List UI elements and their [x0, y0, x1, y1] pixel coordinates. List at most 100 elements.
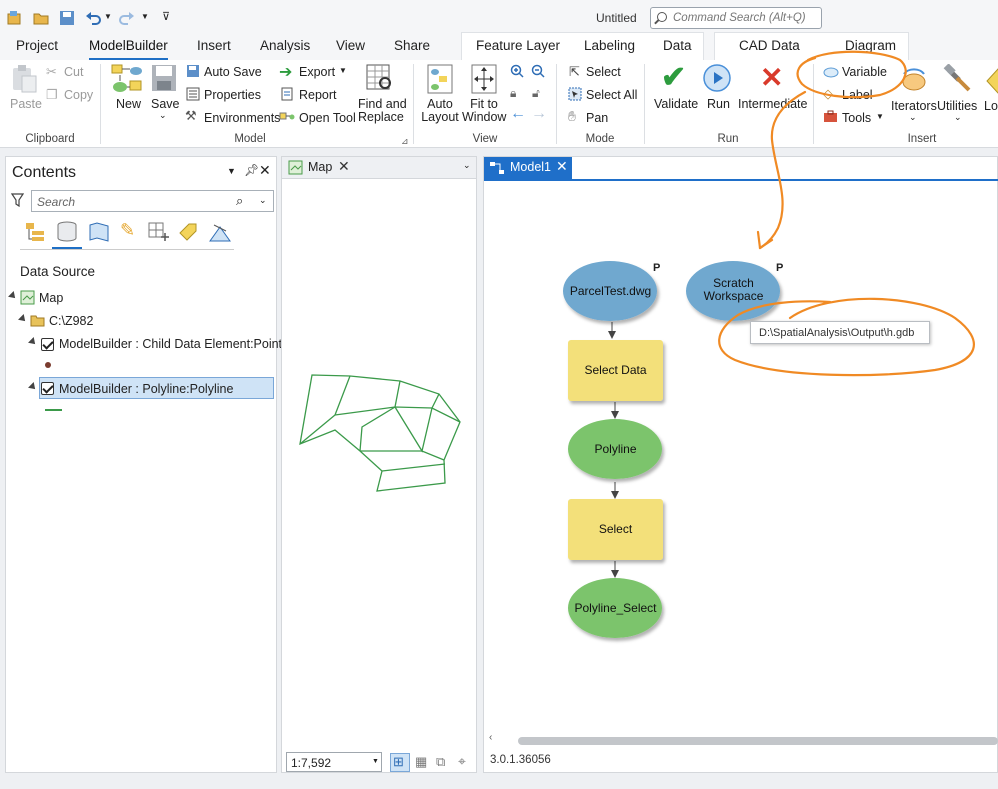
tab-data[interactable]: Data — [663, 38, 692, 53]
new-project-icon[interactable] — [5, 9, 23, 27]
tab-cad-data[interactable]: CAD Data — [739, 38, 800, 53]
model-dialog-launcher-icon[interactable]: ⊿ — [401, 136, 409, 147]
tab-feature-layer[interactable]: Feature Layer — [476, 38, 560, 53]
save-button[interactable]: Save — [151, 97, 180, 111]
command-search-input[interactable]: Command Search (Alt+Q) — [650, 7, 822, 29]
customize-qat-icon[interactable]: ⊽ — [162, 10, 170, 23]
tab-view[interactable]: View — [336, 38, 365, 53]
variable-button[interactable]: Variable — [842, 65, 887, 79]
model-canvas[interactable] — [484, 157, 998, 774]
undo-dropdown-icon[interactable]: ▼ — [104, 12, 112, 21]
horizontal-scrollbar[interactable]: ‹ — [484, 732, 998, 747]
environments-button[interactable]: Environments — [204, 111, 280, 125]
search-options-icon[interactable]: ⌄ — [259, 195, 267, 206]
label-button[interactable]: Label — [842, 88, 873, 102]
coordinates-icon[interactable]: ⌖ — [458, 753, 466, 770]
tab-analysis[interactable]: Analysis — [260, 38, 310, 53]
properties-button[interactable]: Properties — [204, 88, 261, 102]
map-tab-label: Map — [308, 160, 333, 174]
tab-diagram[interactable]: Diagram — [845, 38, 896, 53]
undo-icon[interactable] — [84, 9, 102, 27]
tools-dropdown-icon[interactable]: ▼ — [876, 112, 884, 121]
redo-icon[interactable] — [118, 9, 136, 27]
redo-dropdown-icon[interactable]: ▼ — [141, 12, 149, 21]
zoom-in-icon[interactable] — [510, 64, 524, 78]
fit-to-window-button[interactable]: Fit to Window — [462, 98, 506, 124]
zoom-to-layer-icon[interactable]: ⊞ — [393, 754, 404, 770]
map-tab-menu-icon[interactable]: ⌄ — [463, 160, 471, 171]
utilities-dropdown-icon[interactable]: ⌄ — [954, 112, 962, 123]
list-by-perspective-imagery-icon[interactable] — [208, 221, 232, 243]
open-tool-button[interactable]: Open Tool — [299, 111, 356, 125]
expand-layer2-icon[interactable] — [28, 382, 38, 392]
previous-extent-icon[interactable]: ← — [510, 105, 526, 123]
tree-item-layer1[interactable]: ModelBuilder : Child Data Element:Point — [59, 337, 282, 351]
tree-item-map[interactable]: Map — [39, 291, 63, 305]
pin-icon[interactable]: 📌︎ — [244, 163, 259, 177]
unlock-icon[interactable]: 🔓︎ — [532, 86, 540, 101]
expand-folder-icon[interactable] — [18, 314, 28, 324]
properties-icon — [186, 87, 200, 101]
save-dropdown-icon[interactable]: ⌄ — [159, 110, 167, 121]
iterators-dropdown-icon[interactable]: ⌄ — [909, 112, 917, 123]
auto-save-button[interactable]: Auto Save — [204, 65, 262, 79]
tab-labeling[interactable]: Labeling — [584, 38, 635, 53]
list-by-drawing-order-icon[interactable] — [24, 221, 46, 243]
copy-button[interactable]: Copy — [64, 88, 93, 102]
pan-button[interactable]: Pan — [586, 111, 608, 125]
list-by-data-source-icon[interactable] — [56, 220, 78, 244]
tree-item-folder[interactable]: C:\Z982 — [49, 314, 93, 328]
ribbon: Paste ✂ Cut ❐ Copy Clipboard New Save ⌄ … — [0, 60, 998, 148]
validate-button[interactable]: Validate — [654, 97, 698, 111]
snapping-icon[interactable]: ⧉ — [436, 754, 445, 770]
map-canvas[interactable] — [282, 179, 476, 749]
tab-insert[interactable]: Insert — [197, 38, 231, 53]
lock-icon[interactable]: 🔒︎ — [510, 86, 516, 101]
open-project-icon[interactable] — [32, 9, 50, 27]
find-replace-button[interactable]: Find and Replace — [358, 98, 407, 124]
tab-share[interactable]: Share — [394, 38, 430, 53]
expand-layer1-icon[interactable] — [28, 337, 38, 347]
export-button[interactable]: Export — [299, 65, 335, 79]
select-all-button[interactable]: Select All — [586, 88, 637, 102]
run-button[interactable]: Run — [707, 97, 730, 111]
list-by-selection-icon[interactable] — [88, 221, 110, 243]
cut-button[interactable]: Cut — [64, 65, 83, 79]
close-map-tab-icon[interactable]: ✕ — [338, 158, 350, 175]
tab-project[interactable]: Project — [16, 38, 58, 53]
fit-to-window-icon — [471, 64, 497, 94]
tab-modelbuilder[interactable]: ModelBuilder — [89, 38, 168, 60]
iterators-button[interactable]: Iterators — [891, 99, 937, 113]
list-by-editing-icon[interactable]: ✎ — [120, 220, 135, 241]
layer1-visibility-checkbox[interactable] — [41, 338, 54, 351]
contents-menu-icon[interactable]: ▼ — [227, 166, 236, 176]
list-by-labeling-icon[interactable] — [178, 221, 200, 243]
map-view-pane: Map ✕ ⌄ 1:7,592 ▼ ⊞ ▦ ⧉ ⌖ — [281, 156, 477, 773]
report-button[interactable]: Report — [299, 88, 337, 102]
zoom-out-icon[interactable] — [531, 64, 545, 78]
layer2-visibility-checkbox[interactable] — [41, 382, 54, 395]
logical-button[interactable]: Log — [984, 99, 998, 113]
expand-map-icon[interactable] — [8, 291, 18, 301]
save-project-icon[interactable] — [58, 9, 76, 27]
next-extent-icon[interactable]: → — [531, 105, 547, 123]
utilities-button[interactable]: Utilities — [937, 99, 977, 113]
select-button[interactable]: Select — [586, 65, 621, 79]
map-tab[interactable]: Map ✕ ⌄ — [282, 157, 476, 179]
tree-item-layer2[interactable]: ModelBuilder : Polyline:Polyline — [59, 382, 233, 396]
search-magnifier-icon[interactable]: ⌕ — [236, 193, 243, 209]
scrollbar-thumb[interactable] — [518, 737, 998, 745]
tools-button[interactable]: Tools — [842, 111, 871, 125]
grid-icon[interactable]: ▦ — [415, 754, 427, 770]
export-dropdown-icon[interactable]: ▼ — [339, 66, 347, 75]
new-button[interactable]: New — [116, 97, 141, 111]
intermediate-button[interactable]: Intermediate — [738, 97, 807, 111]
list-by-snapping-icon[interactable] — [147, 221, 171, 243]
filter-icon[interactable] — [11, 193, 24, 207]
auto-layout-button[interactable]: Auto Layout — [420, 98, 460, 124]
close-contents-icon[interactable]: ✕ — [259, 162, 271, 179]
scale-selector[interactable]: 1:7,592 ▼ — [286, 752, 382, 772]
paste-button[interactable]: Paste — [10, 97, 42, 111]
node-select-label: Select — [598, 522, 633, 536]
scroll-left-icon[interactable]: ‹ — [489, 732, 492, 743]
